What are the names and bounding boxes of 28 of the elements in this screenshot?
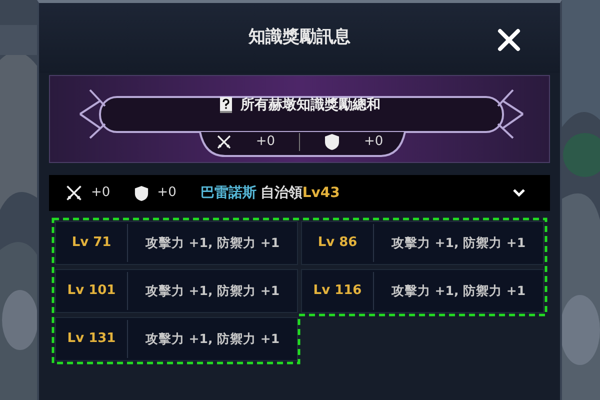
- reward-bonus: 攻擊力 +1, 防禦力 +1: [144, 234, 281, 252]
- close-button[interactable]: [496, 27, 522, 53]
- region-name: 巴雷諾斯: [200, 184, 256, 202]
- close-icon: [496, 27, 522, 53]
- attack-value: +0: [256, 133, 275, 152]
- reward-level: Lv 116: [302, 272, 374, 310]
- region-level: Lv43: [302, 184, 340, 202]
- help-book-icon: [218, 97, 232, 113]
- summary-heading: 所有赫墩知識獎勵總和: [240, 96, 380, 114]
- crossed-swords-icon: [65, 184, 83, 202]
- shield-icon: [324, 133, 340, 151]
- reward-level: Lv 71: [56, 224, 128, 262]
- region-header[interactable]: +0 +0 巴雷諾斯 自治領Lv43: [49, 175, 550, 211]
- reward-level: Lv 101: [56, 272, 128, 310]
- defense-value: +0: [364, 133, 384, 152]
- shield-icon: [134, 184, 150, 202]
- reward-level: Lv 131: [56, 320, 128, 358]
- chevron-down-icon: [512, 188, 526, 198]
- reward-bonus: 攻擊力 +1, 防禦力 +1: [144, 282, 281, 300]
- defense-value: +0: [157, 184, 176, 202]
- region-type: 自治領: [260, 184, 302, 202]
- attack-value: +0: [91, 184, 110, 202]
- crossed-swords-icon: [216, 134, 232, 150]
- reward-level: Lv 86: [302, 224, 374, 262]
- dialog-title: 知識獎勵訊息: [248, 26, 350, 50]
- reward-bonus: 攻擊力 +1, 防禦力 +1: [390, 282, 527, 300]
- reward-bonus: 攻擊力 +1, 防禦力 +1: [144, 330, 281, 348]
- reward-bonus: 攻擊力 +1, 防禦力 +1: [390, 234, 527, 252]
